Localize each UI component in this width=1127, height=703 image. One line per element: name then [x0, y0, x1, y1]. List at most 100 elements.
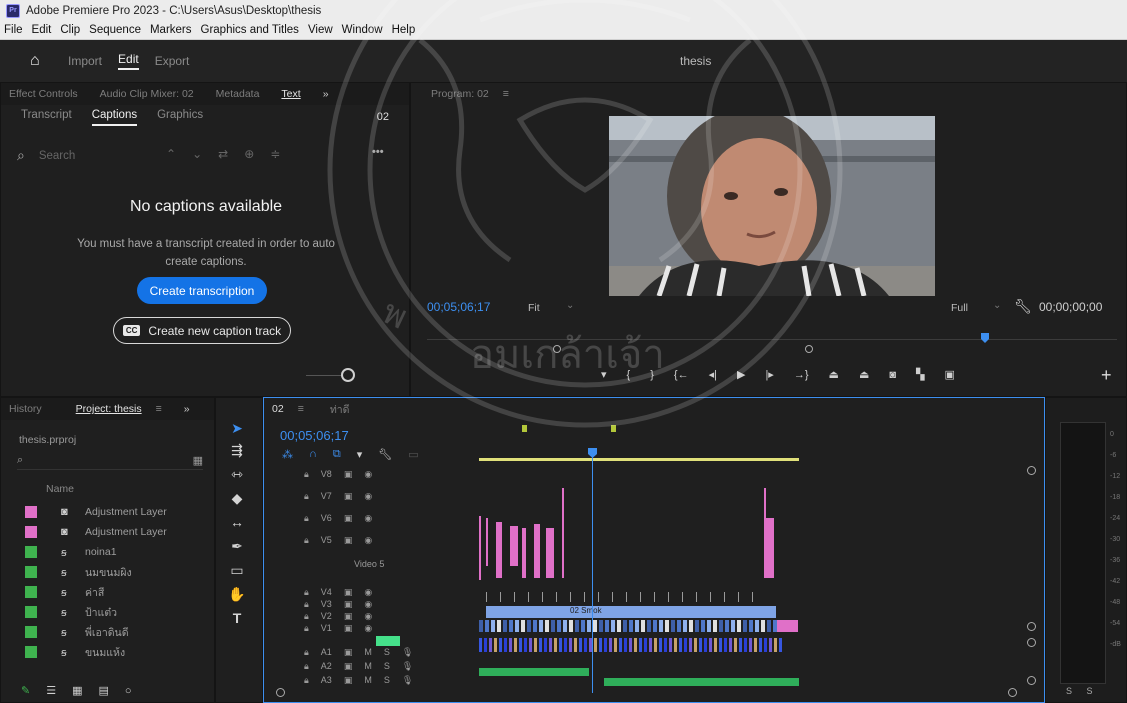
eye-icon[interactable]: ◉ [364, 513, 372, 524]
video-clip[interactable] [503, 620, 507, 632]
sync-lock-icon[interactable]: ▣ [344, 491, 353, 502]
video-clip[interactable] [713, 620, 717, 632]
label-color-swatch[interactable] [25, 646, 37, 658]
audio-clip[interactable] [569, 638, 572, 652]
step-back-icon[interactable]: ◂| [709, 368, 717, 381]
video-track-header[interactable]: 🔒︎ V1 ▣ ◉ [304, 620, 384, 636]
timeline-timecode[interactable]: 00;05;06;17 [280, 428, 349, 443]
solo-icon[interactable]: S [384, 647, 390, 657]
project-item[interactable]: ꞩ noina1 [25, 542, 195, 562]
video-clip[interactable] [539, 620, 543, 632]
tab-audio-clip-mixer[interactable]: Audio Clip Mixer: 02 [100, 88, 194, 100]
mark-out-icon[interactable]: } [650, 369, 654, 381]
adjustment-clip[interactable] [522, 528, 526, 578]
project-item[interactable]: ꞩ ป้าแต๋ว [25, 602, 195, 622]
audio-clip[interactable] [644, 638, 647, 652]
align-icon[interactable]: ≑ [270, 147, 280, 161]
lock-icon[interactable]: 🔒︎ [304, 491, 309, 502]
video-track-header[interactable]: 🔒︎ V8 ▣ ◉ [304, 466, 384, 482]
pen-tool-icon[interactable]: ✒ [228, 538, 246, 555]
menu-sequence[interactable]: Sequence [89, 24, 141, 36]
captions-icon[interactable]: ▭ [408, 448, 418, 461]
project-search[interactable]: ⌕ ▦ [17, 452, 203, 470]
menu-help[interactable]: Help [392, 24, 416, 36]
tab-text[interactable]: Text [281, 88, 300, 100]
video-clip[interactable] [719, 620, 723, 632]
caption-search[interactable]: ⌕ Search [17, 147, 75, 164]
sync-lock-icon[interactable]: ▣ [344, 675, 353, 686]
extract-icon[interactable]: ⏏ [859, 368, 869, 381]
audio-clip[interactable] [549, 638, 552, 652]
video-clip[interactable] [497, 620, 501, 632]
audio-clip[interactable] [769, 638, 772, 652]
audio-clip[interactable] [754, 638, 757, 652]
adjustment-clip[interactable] [496, 522, 502, 578]
zoom-level-select[interactable]: Fit [528, 302, 540, 314]
menu-graphics-and-titles[interactable]: Graphics and Titles [201, 24, 299, 36]
solo-left-button[interactable]: S [1066, 686, 1072, 696]
play-icon[interactable]: ▶ [737, 368, 745, 381]
video-clip[interactable] [569, 620, 573, 632]
tab-graphics[interactable]: Graphics [157, 109, 203, 126]
linked-selection-icon[interactable]: ⧉ [333, 448, 341, 461]
video-clip[interactable] [752, 592, 753, 602]
video-clip[interactable] [668, 592, 669, 602]
audio-clip[interactable] [774, 638, 777, 652]
timeline-playhead[interactable] [588, 448, 597, 458]
audio-clip[interactable] [624, 638, 627, 652]
sync-lock-icon[interactable]: ▣ [344, 513, 353, 524]
horizontal-zoom-handle[interactable] [1008, 688, 1017, 697]
video-clip[interactable] [500, 592, 501, 602]
step-forward-icon[interactable]: |▸ [765, 368, 773, 381]
playhead-timecode[interactable]: 00;05;06;17 [427, 300, 490, 314]
hand-tool-icon[interactable]: ✋ [228, 586, 246, 603]
video-clip[interactable] [612, 592, 613, 602]
go-to-out-icon[interactable]: →} [794, 369, 809, 381]
video-clip[interactable] [593, 620, 597, 632]
chevron-down-icon[interactable]: ⌄ [192, 147, 202, 161]
video-track-header[interactable]: 🔒︎ V5 ▣ ◉ [304, 532, 384, 548]
video-clip[interactable] [773, 620, 777, 632]
audio-clip[interactable] [719, 638, 722, 652]
export-frame-icon[interactable]: ◙ [889, 369, 896, 381]
video-clip[interactable] [696, 592, 697, 602]
video-clip[interactable] [557, 620, 561, 632]
audio-clip[interactable] [489, 638, 492, 652]
selected-clip[interactable] [376, 636, 400, 646]
audio-clip[interactable] [529, 638, 532, 652]
ripple-edit-tool-icon[interactable]: ⇿ [228, 466, 246, 483]
settings-wrench-icon[interactable]: 🔧︎ [1014, 298, 1032, 315]
video-clip[interactable] [515, 620, 519, 632]
audio-clip[interactable] [679, 638, 682, 652]
adjustment-clip[interactable] [510, 526, 518, 566]
audio-clip[interactable] [629, 638, 632, 652]
column-header-name[interactable]: Name [46, 483, 74, 495]
icon-view-icon[interactable]: ▦ [72, 684, 82, 697]
panel-overflow-button[interactable]: » [323, 88, 329, 100]
video-clip[interactable] [528, 592, 529, 602]
project-item[interactable]: ꞩ ค่าสี [25, 582, 195, 602]
video-clip[interactable] [617, 620, 621, 632]
label-color-swatch[interactable] [25, 546, 37, 558]
video-clip[interactable] [707, 620, 711, 632]
timeline-marker[interactable] [611, 425, 616, 432]
audio-clip[interactable] [669, 638, 672, 652]
menu-markers[interactable]: Markers [150, 24, 192, 36]
video-track-header[interactable]: 🔒︎ V7 ▣ ◉ [304, 488, 384, 504]
audio-clip[interactable] [649, 638, 652, 652]
video-clip[interactable] [653, 620, 657, 632]
video-clip[interactable] [623, 620, 627, 632]
label-color-swatch[interactable] [25, 606, 37, 618]
menu-clip[interactable]: Clip [60, 24, 80, 36]
vertical-zoom-handle[interactable] [1027, 638, 1036, 647]
tab-export[interactable]: Export [155, 54, 190, 68]
scroll-handle-right[interactable] [805, 345, 813, 353]
tab-edit[interactable]: Edit [118, 52, 139, 70]
audio-clip[interactable] [579, 638, 582, 652]
video-clip[interactable] [521, 620, 525, 632]
split-icon[interactable]: ⇄ [218, 147, 228, 161]
tab-metadata[interactable]: Metadata [216, 88, 260, 100]
video-clip[interactable]: 02 Smok [486, 606, 776, 618]
solo-icon[interactable]: S [384, 661, 390, 671]
label-color-swatch[interactable] [25, 566, 37, 578]
